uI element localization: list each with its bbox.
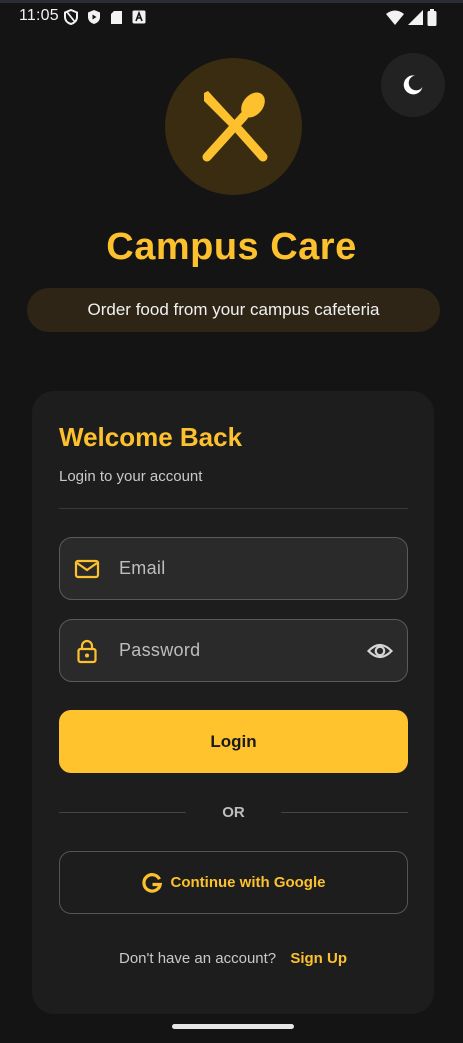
battery-icon bbox=[427, 8, 437, 26]
lock-icon bbox=[77, 639, 97, 664]
login-button-label: Login bbox=[210, 731, 257, 751]
card-divider bbox=[59, 508, 408, 509]
signup-prompt: Don't have an account? bbox=[119, 950, 277, 967]
status-icons-left bbox=[64, 8, 146, 26]
moon-icon bbox=[403, 75, 423, 95]
sd-card-icon bbox=[111, 10, 122, 24]
login-card: Welcome Back Login to your account Email… bbox=[32, 391, 434, 1014]
home-indicator[interactable] bbox=[172, 1024, 294, 1029]
password-placeholder: Password bbox=[119, 640, 201, 660]
status-bar: 11:05 bbox=[0, 0, 463, 34]
play-protect-icon bbox=[88, 10, 100, 24]
tagline: Order food from your campus cafeteria bbox=[87, 300, 380, 319]
google-icon bbox=[141, 872, 162, 893]
vpn-shield-icon bbox=[64, 9, 78, 25]
theme-toggle-button[interactable] bbox=[381, 53, 445, 117]
app-title: Campus Care bbox=[106, 226, 357, 268]
email-field[interactable]: Email bbox=[59, 537, 408, 600]
mail-icon bbox=[74, 559, 100, 579]
status-icons-right bbox=[386, 8, 437, 26]
google-signin-button[interactable]: Continue with Google bbox=[59, 851, 408, 914]
password-field[interactable]: Password bbox=[59, 619, 408, 682]
wifi-icon bbox=[386, 10, 404, 25]
fork-spoon-icon bbox=[202, 90, 267, 161]
status-time: 11:05 bbox=[19, 7, 59, 24]
tagline-pill: Order food from your campus cafeteria bbox=[27, 288, 440, 332]
or-line-left bbox=[59, 812, 186, 813]
signup-row: Don't have an account? Sign Up bbox=[32, 950, 434, 967]
signup-link[interactable]: Sign Up bbox=[290, 950, 347, 967]
eye-icon[interactable] bbox=[367, 638, 393, 664]
or-divider: OR bbox=[59, 803, 408, 823]
card-subtitle: Login to your account bbox=[59, 468, 203, 485]
keyboard-a-icon bbox=[132, 10, 146, 24]
card-title: Welcome Back bbox=[59, 422, 243, 452]
or-text: OR bbox=[222, 804, 245, 821]
cell-signal-icon bbox=[408, 9, 423, 25]
email-placeholder: Email bbox=[119, 558, 166, 578]
app-logo bbox=[165, 58, 302, 195]
login-button[interactable]: Login bbox=[59, 710, 408, 773]
or-line-right bbox=[281, 812, 408, 813]
google-button-label: Continue with Google bbox=[170, 874, 326, 891]
